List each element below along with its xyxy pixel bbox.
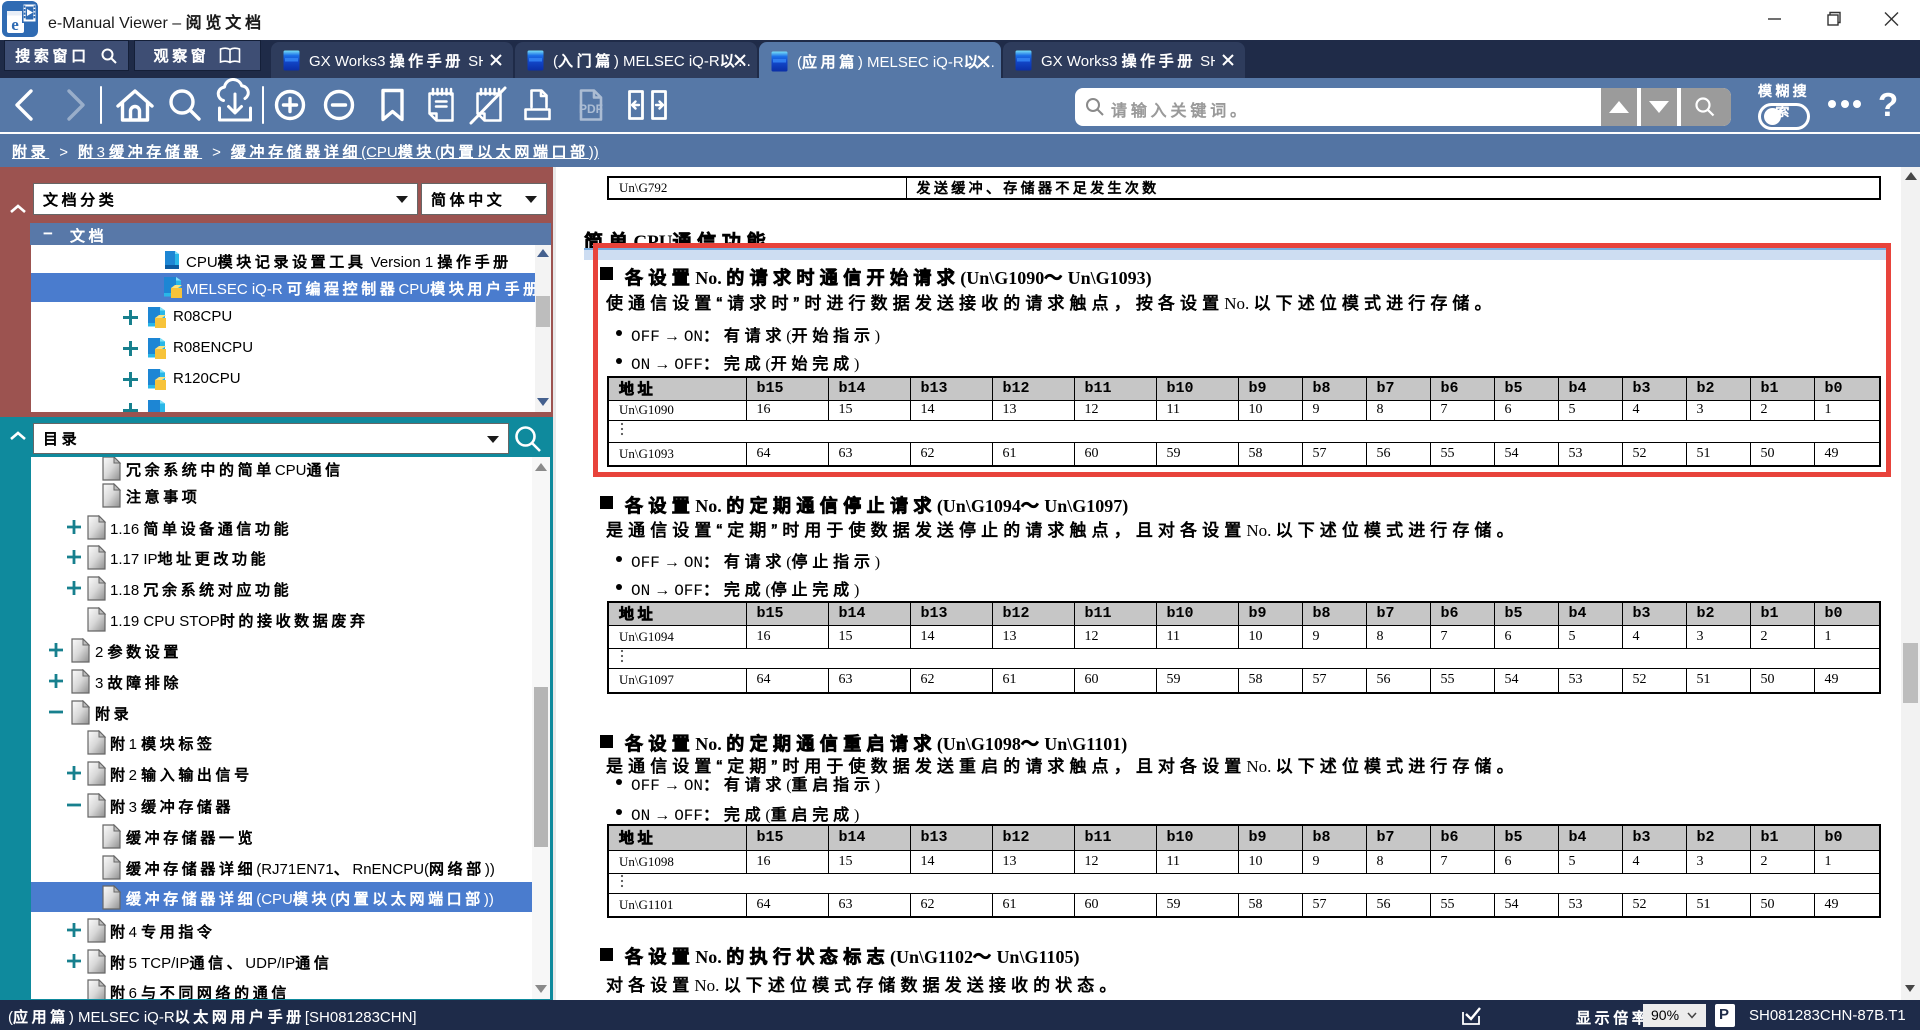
svg-text:PDF: PDF <box>579 102 603 116</box>
svg-text:e: e <box>11 15 19 34</box>
